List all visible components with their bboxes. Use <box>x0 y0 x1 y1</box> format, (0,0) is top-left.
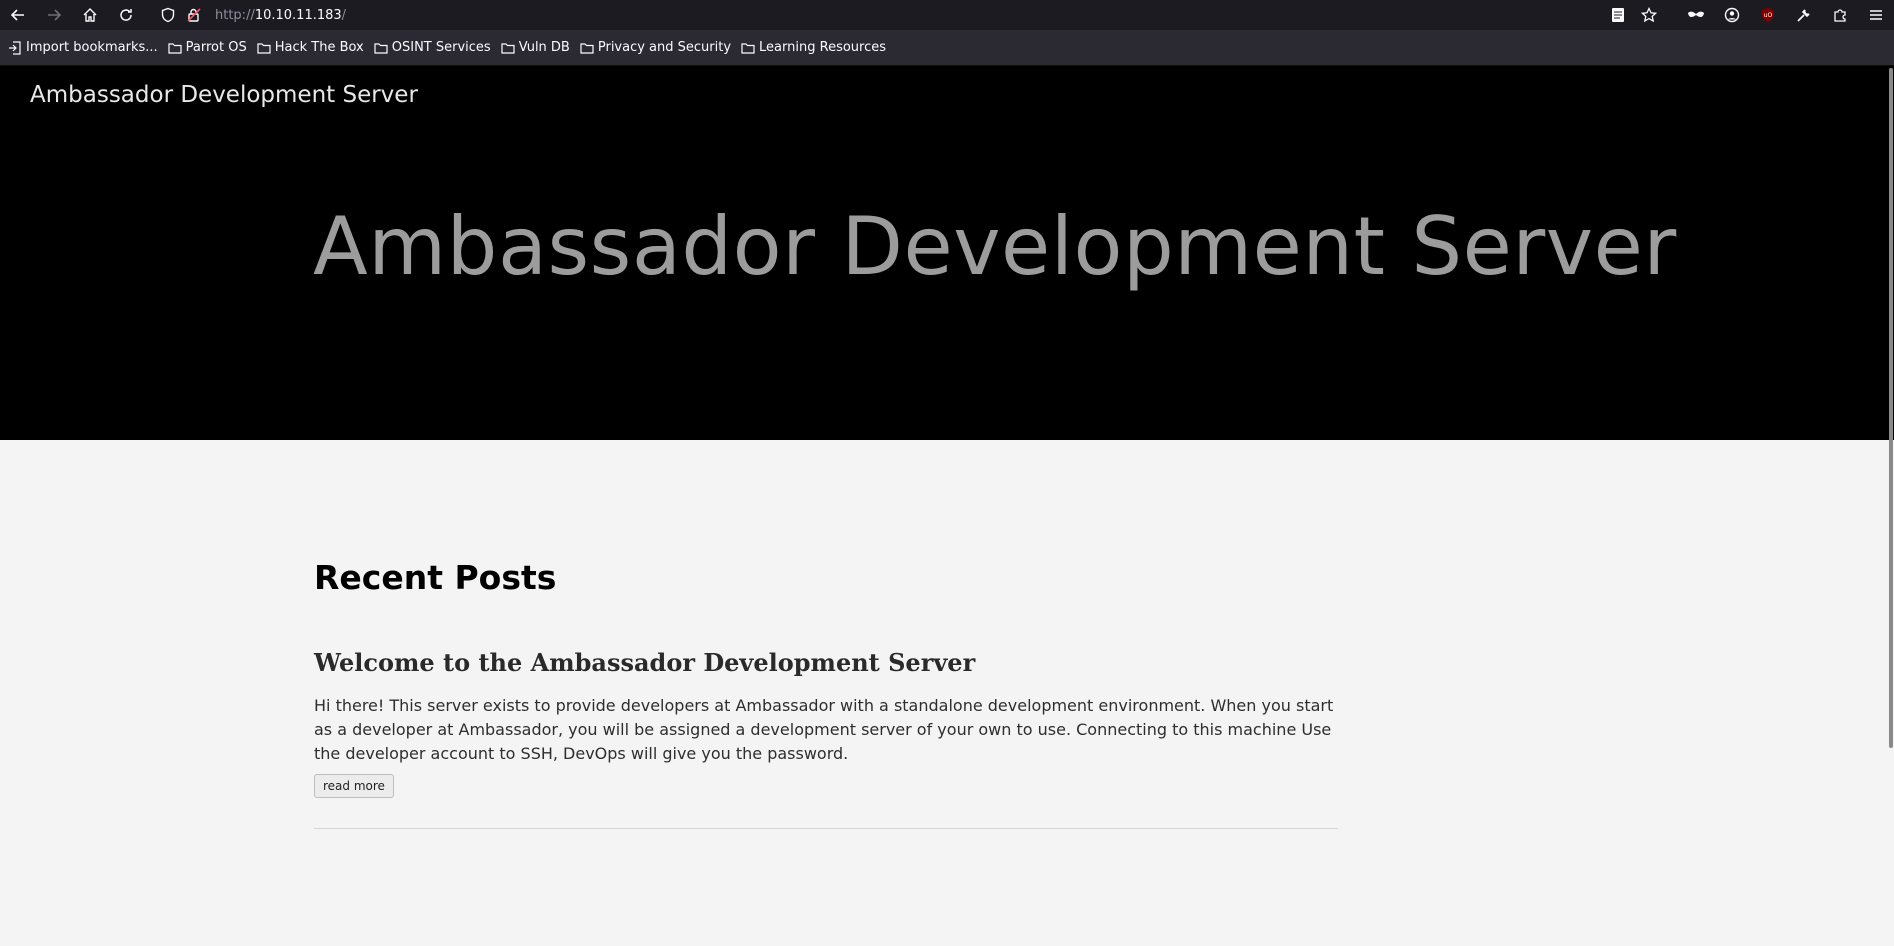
post-excerpt: Hi there! This server exists to provide … <box>314 696 1334 763</box>
back-arrow-icon[interactable] <box>0 0 36 30</box>
recent-posts-heading: Recent Posts <box>314 558 557 597</box>
url-path: / <box>341 7 347 23</box>
bookmark-label: Learning Resources <box>759 40 887 55</box>
folder-icon <box>168 42 182 54</box>
bookmark-folder-vuln-db[interactable]: Vuln DB <box>501 36 570 60</box>
url-host: 10.10.11.183 <box>254 7 342 23</box>
page-scrollbar[interactable] <box>1888 66 1894 946</box>
bookmark-folder-privacy-and-security[interactable]: Privacy and Security <box>580 36 731 60</box>
wrench-icon[interactable] <box>1786 0 1822 30</box>
url-scheme: http:// <box>215 7 255 23</box>
bookmark-label: Privacy and Security <box>597 40 732 55</box>
ublock-icon[interactable]: uO <box>1750 0 1786 30</box>
post-divider <box>314 828 1338 829</box>
bookmark-folder-learning-resources[interactable]: Learning Resources <box>741 36 886 60</box>
post-title-link[interactable]: Welcome to the Ambassador Development Se… <box>314 648 975 677</box>
bookmark-label: Vuln DB <box>518 40 570 55</box>
bookmarks-toolbar: Import bookmarks... Parrot OS Hack The B… <box>0 30 1894 66</box>
folder-icon <box>741 42 755 54</box>
folder-icon <box>580 42 594 54</box>
bookmark-label: OSINT Services <box>391 40 491 55</box>
shield-icon[interactable] <box>155 0 181 30</box>
bookmark-label: Parrot OS <box>185 40 247 55</box>
url-bar[interactable]: http://10.10.11.183/ <box>155 0 1675 30</box>
hero-title: Ambassador Development Server <box>313 200 1677 293</box>
url-text[interactable]: http://10.10.11.183/ <box>215 8 346 23</box>
account-icon[interactable] <box>1714 0 1750 30</box>
hamburger-menu-icon[interactable] <box>1858 0 1894 30</box>
hero-header: Ambassador Development Server Ambassador… <box>0 66 1894 440</box>
site-title-link[interactable]: Ambassador Development Server <box>30 82 418 108</box>
folder-icon <box>257 42 271 54</box>
import-icon <box>9 40 21 55</box>
star-icon[interactable] <box>1632 0 1666 30</box>
folder-icon <box>501 42 515 54</box>
reload-icon[interactable] <box>108 0 144 30</box>
home-icon[interactable] <box>72 0 108 30</box>
browser-toolbar: http://10.10.11.183/ uO <box>0 0 1894 30</box>
web-page: Ambassador Development Server Ambassador… <box>0 66 1894 946</box>
insecure-lock-icon[interactable] <box>181 0 207 30</box>
bookmark-import[interactable]: Import bookmarks... <box>8 36 158 60</box>
folder-icon <box>374 42 388 54</box>
bookmark-folder-osint-services[interactable]: OSINT Services <box>374 36 491 60</box>
reader-view-icon[interactable] <box>1604 0 1632 30</box>
toolbar-right: uO <box>1604 0 1894 30</box>
bookmark-label: Hack The Box <box>274 40 364 55</box>
scrollbar-thumb[interactable] <box>1889 68 1893 748</box>
read-more-button[interactable]: read more <box>314 774 394 798</box>
forward-arrow-icon[interactable] <box>36 0 72 30</box>
mask-icon[interactable] <box>1678 0 1714 30</box>
bookmark-label: Import bookmarks... <box>26 40 158 55</box>
bookmark-folder-parrot-os[interactable]: Parrot OS <box>168 36 247 60</box>
svg-text:uO: uO <box>1764 12 1773 19</box>
puzzle-icon[interactable] <box>1822 0 1858 30</box>
bookmark-folder-hack-the-box[interactable]: Hack The Box <box>257 36 364 60</box>
